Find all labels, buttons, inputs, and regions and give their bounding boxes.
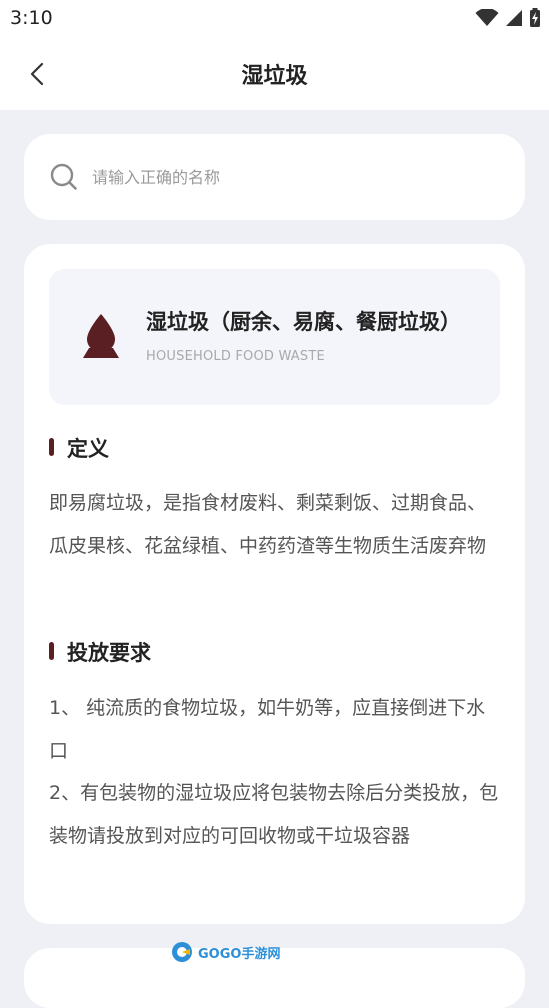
watermark-logo: GOGO手游网: [170, 940, 280, 964]
section-marker: [49, 642, 54, 660]
definition-text: 即易腐垃圾，是指食材废料、剩菜剩饭、过期食品、瓜皮果核、花盆绿植、中药药渣等生物…: [49, 492, 487, 557]
status-time: 3:10: [10, 7, 53, 29]
gogo-logo-icon: [172, 942, 192, 962]
cell-signal-icon: [506, 10, 522, 26]
definition-heading: 定义: [67, 437, 109, 461]
search-icon: [50, 163, 77, 190]
page-title: 湿垃圾: [241, 64, 308, 89]
section-marker: [49, 438, 54, 456]
battery-charging-icon: [530, 8, 540, 27]
wifi-icon: [475, 9, 499, 26]
app-bar: 湿垃圾: [0, 36, 549, 110]
category-subtitle: HOUSEHOLD FOOD WASTE: [146, 349, 325, 364]
status-bar: 3:10: [0, 0, 549, 36]
water-drop-icon: [83, 314, 119, 358]
search-input[interactable]: [92, 162, 472, 192]
requirements-text: 1、 纯流质的食物垃圾，如牛奶等，应直接倒进下水口 2、有包装物的湿垃圾应将包装…: [49, 697, 499, 847]
status-icons: [475, 8, 541, 28]
watermark-text: GOGO手游网: [198, 946, 281, 962]
category-title: 湿垃圾（厨余、易腐、餐厨垃圾）: [146, 310, 461, 334]
requirements-heading: 投放要求: [67, 641, 151, 665]
